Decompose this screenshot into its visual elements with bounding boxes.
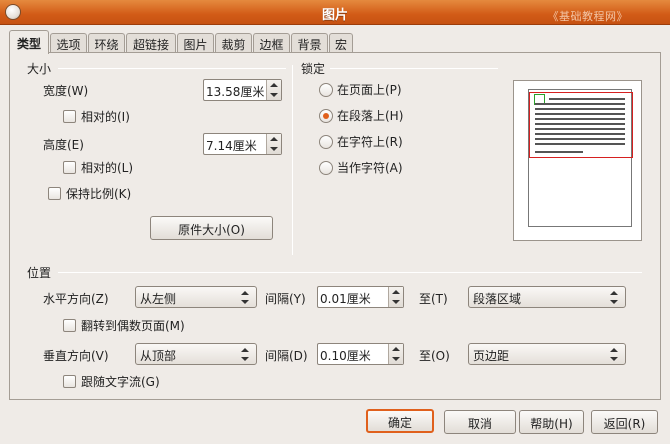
mirror-checkbox[interactable] [63,319,76,332]
size-section-divider [58,68,286,69]
select-arrows-icon [241,347,250,362]
height-value[interactable]: 7.14厘米 [206,137,257,154]
radio-anchor-page[interactable] [319,83,333,97]
tab-crop[interactable]: 裁剪 [215,33,252,53]
preview-text-line [535,118,625,120]
vertical-separator [292,65,293,255]
v-spacing-spinner[interactable]: 0.10厘米 [317,343,404,365]
horizontal-label: 水平方向(Z) [43,292,109,306]
preview-text-line [549,98,625,100]
anchor-character-label[interactable]: 在字符上(R) [337,133,403,150]
preview-text-line [535,108,625,110]
title-bar[interactable]: 图片 《基础教程网》 [0,0,670,25]
cancel-button[interactable]: 取消 [444,410,516,434]
tab-type[interactable]: 类型 [9,30,49,54]
height-label: 高度(E) [43,138,84,152]
watermark-text: 《基础教程网》 [547,10,628,23]
v-spacing-label: 间隔(D) [265,349,308,363]
preview-text-line [535,143,625,145]
v-to-label: 至(O) [419,349,450,363]
mirror-label[interactable]: 翻转到偶数页面(M) [81,317,185,334]
width-label: 宽度(W) [43,84,89,98]
h-to-label: 至(T) [419,292,448,306]
follow-text-checkbox[interactable] [63,375,76,388]
preview-text-line [535,128,625,130]
v-to-value: 页边距 [473,349,510,363]
spin-arrows-icon[interactable] [388,287,403,307]
preview-text-line [535,133,625,135]
spin-arrows-icon[interactable] [266,134,281,154]
h-spacing-label: 间隔(Y) [265,292,306,306]
width-relative-label[interactable]: 相对的(I) [81,108,130,125]
anchor-preview [513,80,642,241]
v-to-select[interactable]: 页边距 [468,343,626,365]
select-arrows-icon [241,290,250,305]
tab-options[interactable]: 选项 [50,33,87,53]
preview-page [528,89,633,227]
radio-anchor-character[interactable] [319,135,333,149]
height-relative-checkbox[interactable] [63,161,76,174]
tab-background[interactable]: 背景 [291,33,328,53]
anchor-page-label[interactable]: 在页面上(P) [337,81,402,98]
preview-text-line [535,151,583,153]
picture-dialog: 图片 《基础教程网》 类型 选项 环绕 超链接 图片 裁剪 边框 背景 宏 大小… [0,0,670,444]
select-arrows-icon [610,347,619,362]
ok-button[interactable]: 确定 [366,409,434,433]
h-spacing-spinner[interactable]: 0.01厘米 [317,286,404,308]
width-value[interactable]: 13.58厘米 [206,83,264,100]
horizontal-value: 从左侧 [140,292,177,306]
radio-anchor-as-character[interactable] [319,161,333,175]
tab-picture[interactable]: 图片 [177,33,214,53]
anchor-paragraph-label[interactable]: 在段落上(H) [337,107,403,124]
tab-macro[interactable]: 宏 [329,33,353,53]
spin-arrows-icon[interactable] [266,80,281,100]
keep-ratio-label[interactable]: 保持比例(K) [66,185,131,202]
help-button[interactable]: 帮助(H) [519,410,584,434]
follow-text-label[interactable]: 跟随文字流(G) [81,373,160,390]
h-spacing-value[interactable]: 0.01厘米 [320,290,371,307]
tab-hyperlink[interactable]: 超链接 [126,33,176,53]
preview-text-line [535,123,625,125]
v-spacing-value[interactable]: 0.10厘米 [320,347,371,364]
preview-text-line [535,103,625,105]
keep-ratio-checkbox[interactable] [48,187,61,200]
radio-anchor-paragraph[interactable] [319,109,333,123]
anchor-section-divider [330,68,498,69]
horizontal-select[interactable]: 从左侧 [135,286,257,308]
width-relative-checkbox[interactable] [63,110,76,123]
original-size-button[interactable]: 原件大小(O) [150,216,273,240]
vertical-select[interactable]: 从顶部 [135,343,257,365]
vertical-value: 从顶部 [140,349,177,363]
h-to-value: 段落区域 [473,292,522,306]
size-section-title: 大小 [27,62,52,76]
preview-text-line [535,113,625,115]
preview-text-line [535,138,625,140]
tab-borders[interactable]: 边框 [253,33,290,53]
spin-arrows-icon[interactable] [388,344,403,364]
anchor-as-character-label[interactable]: 当作字符(A) [337,159,403,176]
vertical-label: 垂直方向(V) [43,349,109,363]
select-arrows-icon [610,290,619,305]
width-spinner[interactable]: 13.58厘米 [203,79,282,101]
reset-button[interactable]: 返回(R) [591,410,658,434]
anchor-section-title: 锁定 [301,62,326,76]
height-relative-label[interactable]: 相对的(L) [81,159,133,176]
h-to-select[interactable]: 段落区域 [468,286,626,308]
height-spinner[interactable]: 7.14厘米 [203,133,282,155]
tab-wrap[interactable]: 环绕 [88,33,125,53]
position-section-divider [58,272,642,273]
position-section-title: 位置 [27,266,52,280]
